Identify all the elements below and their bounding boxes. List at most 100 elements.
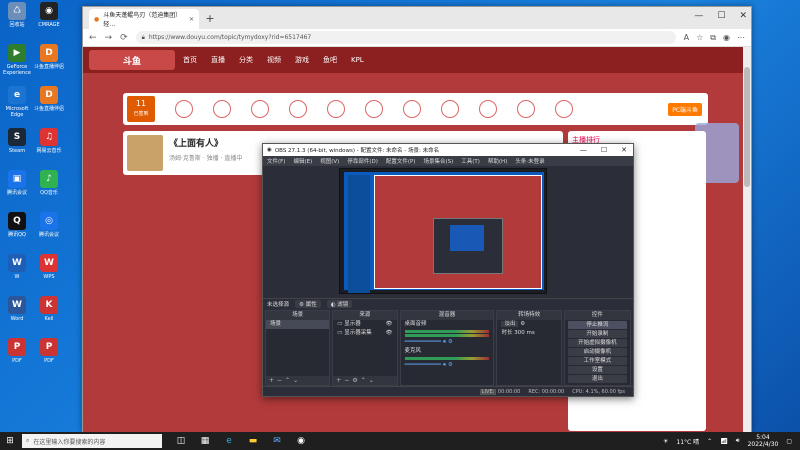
control-button[interactable]: 停止推流 [567, 321, 627, 329]
obs-taskbar-icon[interactable]: ◉ [294, 434, 308, 448]
obs-close-icon[interactable]: ✕ [621, 146, 627, 154]
category-icon[interactable] [251, 100, 269, 118]
site-nav-item[interactable]: KPL [351, 56, 364, 64]
task-view-icon[interactable]: ◫ [174, 434, 188, 448]
weather-text[interactable]: 11°C 晴 [676, 437, 699, 446]
desktop-shortcut[interactable]: D 斗鱼直播伴侣 [34, 86, 64, 112]
category-icon[interactable] [327, 100, 345, 118]
obs-minimize-icon[interactable]: — [580, 146, 587, 154]
close-icon[interactable]: ✕ [739, 11, 747, 21]
forward-icon[interactable]: → [105, 33, 113, 43]
more-icon[interactable]: ⋯ [737, 33, 745, 43]
category-icon[interactable] [175, 100, 193, 118]
desktop-shortcut[interactable]: ◉ CMRAGE [34, 2, 64, 28]
widgets-icon[interactable]: ▦ [198, 434, 212, 448]
obs-menu-item[interactable]: 头条·未登录 [515, 157, 544, 165]
desktop-shortcut[interactable]: Q 腾讯QQ [2, 212, 32, 238]
source-item[interactable]: ▭ 显示器 👁︎ [333, 320, 396, 329]
desktop-shortcut[interactable]: P PDF [34, 338, 64, 364]
desktop-shortcut[interactable]: W WPS [34, 254, 64, 280]
minimize-icon[interactable]: — [694, 11, 703, 21]
network-icon[interactable]: 📶︎ [720, 438, 728, 445]
obs-menu-item[interactable]: 配置文件(P) [386, 157, 416, 165]
category-icon[interactable] [517, 100, 535, 118]
mail-icon[interactable]: ✉ [270, 434, 284, 448]
volume-icon[interactable]: 🔊︎ [736, 437, 740, 445]
sources-toolbar[interactable]: +−⚙⌃⌄ [333, 376, 397, 385]
control-button[interactable]: 启动摄像机 [567, 348, 627, 356]
properties-button[interactable]: ⚙ 属性 [295, 299, 321, 308]
new-tab-button[interactable]: + [203, 12, 217, 26]
refresh-icon[interactable]: ⟳ [120, 33, 128, 43]
site-nav-item[interactable]: 鱼吧 [323, 55, 337, 65]
obs-menu-item[interactable]: 视图(V) [320, 157, 339, 165]
extensions-icon[interactable]: ⧉ [710, 33, 716, 43]
page-scrollbar[interactable] [743, 47, 751, 432]
desktop-shortcut[interactable]: ♫ 网易云音乐 [34, 128, 64, 154]
checkin-badge[interactable]: 11 已签到 [127, 96, 155, 122]
site-nav-item[interactable]: 视频 [267, 55, 281, 65]
category-icon[interactable] [403, 100, 421, 118]
site-nav-item[interactable]: 首页 [183, 55, 197, 65]
notification-icon[interactable]: ▢ [786, 438, 792, 445]
control-button[interactable]: 设置 [567, 366, 627, 374]
control-button[interactable]: 工作室模式 [567, 357, 627, 365]
category-icon[interactable] [289, 100, 307, 118]
desktop-shortcut[interactable]: P PDF [2, 338, 32, 364]
obs-menu-item[interactable]: 停靠部件(D) [347, 157, 378, 165]
desktop-shortcut[interactable]: W Word [2, 296, 32, 322]
desktop-shortcut[interactable]: ♺ 回收站 [2, 2, 32, 28]
volume-slider[interactable]: ━━━━━━━━━━━ 🔊︎ ⚙ [401, 361, 494, 370]
category-icon[interactable] [213, 100, 231, 118]
desktop-shortcut[interactable]: ▣ 腾讯会议 [2, 170, 32, 196]
desktop-shortcut[interactable]: S Steam [2, 128, 32, 154]
weather-icon[interactable]: ☀ [663, 438, 668, 445]
site-nav-item[interactable]: 直播 [211, 55, 225, 65]
control-button[interactable]: 开始录制 [567, 330, 627, 338]
taskbar-search[interactable]: ⌕ 在这里输入你要搜索的内容 [22, 434, 162, 448]
desktop-shortcut[interactable]: WW [2, 254, 32, 280]
pc-client-button[interactable]: PC端斗鱼 [668, 102, 702, 116]
tray-chevron-icon[interactable]: ⌃ [707, 438, 712, 445]
category-icon[interactable] [479, 100, 497, 118]
site-logo[interactable]: 斗鱼 [89, 50, 175, 70]
obs-preview[interactable] [339, 168, 547, 294]
edge-icon[interactable]: e [222, 434, 236, 448]
transition-select[interactable]: 淡出 ⚙ [497, 320, 560, 329]
desktop-shortcut[interactable]: D 斗鱼直播伴侣 [34, 44, 64, 70]
favorite-star-icon[interactable]: ☆ [696, 33, 703, 43]
obs-menu-item[interactable]: 文件(F) [267, 157, 285, 165]
filters-button[interactable]: ◐ 滤镜 [326, 299, 353, 308]
file-explorer-icon[interactable]: ▬ [246, 434, 260, 448]
desktop-shortcut[interactable]: ▶ GeForce Experience [2, 44, 32, 76]
control-button[interactable]: 开始虚拟摄像机 [567, 339, 627, 347]
site-nav-item[interactable]: 分类 [239, 55, 253, 65]
obs-menu-item[interactable]: 帮助(H) [488, 157, 507, 165]
close-tab-icon[interactable]: ✕ [189, 16, 194, 23]
scene-item[interactable]: 场景 [266, 320, 330, 329]
profile-avatar[interactable]: ◉ [723, 33, 730, 43]
read-aloud-icon[interactable]: A [684, 33, 689, 43]
url-input[interactable]: 🔒︎ https://www.douyu.com/topic/tymydoxy?… [135, 31, 676, 44]
source-item[interactable]: ▭ 显示器采集 👁︎ [333, 329, 396, 338]
obs-menu-item[interactable]: 工具(T) [461, 157, 480, 165]
desktop-shortcut[interactable]: ◎ 腾讯会议 [34, 212, 64, 238]
browser-tab[interactable]: ● 斗鱼天蓬鲲鸟刃（范迪集团）轻… ✕ [89, 9, 199, 29]
clock[interactable]: 5:04 2022/4/30 [748, 434, 779, 448]
category-icon[interactable] [441, 100, 459, 118]
maximize-icon[interactable]: ☐ [717, 11, 725, 21]
back-icon[interactable]: ← [89, 33, 97, 43]
category-icon[interactable] [555, 100, 573, 118]
desktop-shortcut[interactable]: e Microsoft Edge [2, 86, 32, 118]
scenes-toolbar[interactable]: +−⌃⌄ [266, 376, 330, 385]
category-icon[interactable] [365, 100, 383, 118]
start-button[interactable]: ⊞ [0, 436, 20, 446]
desktop-shortcut[interactable]: K Keil [34, 296, 64, 322]
obs-menu-item[interactable]: 场景集合(S) [423, 157, 453, 165]
site-nav-item[interactable]: 游戏 [295, 55, 309, 65]
transition-duration[interactable]: 时长 300 ms [497, 329, 560, 338]
obs-maximize-icon[interactable]: ☐ [601, 146, 607, 154]
control-button[interactable]: 退出 [567, 375, 627, 383]
volume-slider[interactable]: ━━━━━━━━━━━ 🔊︎ ⚙ [401, 338, 494, 347]
desktop-shortcut[interactable]: ♪ QQ音乐 [34, 170, 64, 196]
